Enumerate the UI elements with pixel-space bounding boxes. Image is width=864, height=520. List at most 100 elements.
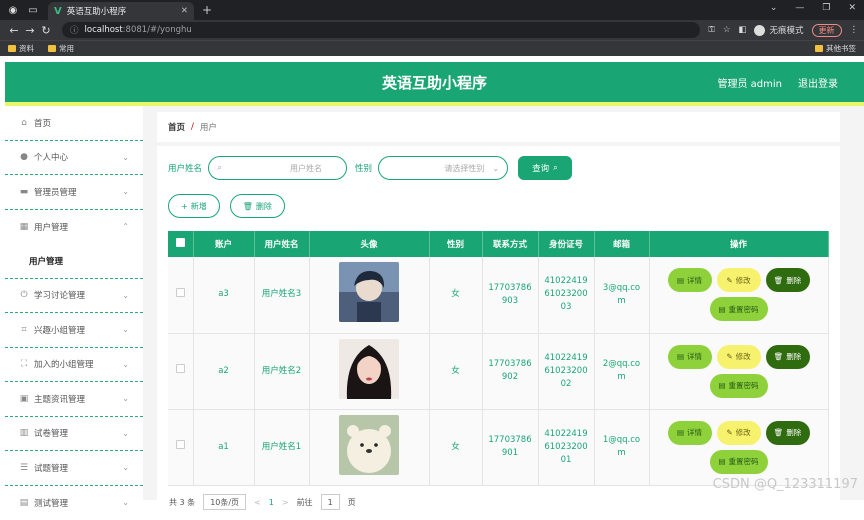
sidebar-subitem-users[interactable]: 用户管理	[5, 244, 143, 279]
row-checkbox[interactable]	[176, 364, 185, 373]
delete-button[interactable]: 🗑删除	[766, 268, 810, 292]
cell-gender: 女	[429, 333, 482, 409]
reset-password-button[interactable]: ▤重置密码	[710, 450, 768, 474]
delete-button[interactable]: 🗑删除	[766, 345, 810, 369]
cell-actions: ▤详情 ✎修改 🗑删除 ▤重置密码	[649, 257, 828, 333]
sidebar-item-questions[interactable]: ☰试题管理⌄	[5, 451, 143, 486]
bookmark-folder-2[interactable]: 常用	[48, 43, 74, 54]
tab-title: 英语互助小程序	[67, 5, 127, 17]
other-bookmarks-label: 其他书签	[826, 43, 856, 54]
query-button-label: 查询	[532, 162, 549, 174]
chevron-down-icon: ⌄	[122, 429, 129, 438]
chevron-down-icon: ⌄	[492, 164, 499, 173]
reset-password-button[interactable]: ▤重置密码	[710, 374, 768, 398]
avatar-image[interactable]	[339, 415, 399, 475]
row-checkbox[interactable]	[176, 440, 185, 449]
sidebar-item-papers[interactable]: ▥试卷管理⌄	[5, 417, 143, 452]
detail-button[interactable]: ▤详情	[668, 268, 712, 292]
breadcrumb-home[interactable]: 首页	[168, 121, 185, 133]
col-header-actions: 操作	[649, 231, 828, 257]
back-icon[interactable]: ←	[6, 24, 22, 37]
id-text: 410224196102320002	[539, 352, 594, 391]
update-button[interactable]: 更新	[812, 24, 842, 37]
bars-icon: ▥	[19, 428, 29, 438]
sidepanel-icon[interactable]: ◧	[738, 25, 746, 35]
folder-icon	[815, 45, 823, 52]
tab-list-icon[interactable]: ⌄	[770, 3, 778, 13]
sidebar-item-profile[interactable]: ●个人中心⌄	[5, 141, 143, 176]
chevron-down-icon: ⌄	[122, 187, 129, 196]
url-host: localhost	[85, 25, 123, 35]
sidebar-item-joined-groups[interactable]: ⛶加入的小组管理⌄	[5, 348, 143, 383]
select-all-checkbox[interactable]	[176, 238, 185, 247]
bookmarks-bar: 资料 常用 其他书签	[0, 40, 864, 56]
detail-button[interactable]: ▤详情	[668, 421, 712, 445]
reset-password-button[interactable]: ▤重置密码	[710, 297, 768, 321]
sidebar-item-label: 测试管理	[34, 497, 68, 509]
trash-icon: 🗑	[243, 202, 253, 211]
batch-delete-button[interactable]: 🗑删除	[230, 194, 285, 218]
sidebar-item-label: 学习讨论管理	[34, 289, 85, 301]
cell-name: 用户姓名3	[254, 257, 309, 333]
col-header-name: 用户姓名	[254, 231, 309, 257]
reload-icon[interactable]: ↻	[38, 24, 54, 37]
url-field[interactable]: ⓘ localhost:8081/#/yonghu	[62, 22, 700, 38]
logout-link[interactable]: 退出登录	[798, 75, 838, 90]
sidebar-item-discussion[interactable]: ⏻学习讨论管理⌄	[5, 279, 143, 314]
chrome-menu-icon[interactable]: ◉	[6, 3, 20, 17]
prev-page-button[interactable]: <	[254, 498, 261, 507]
col-header-account: 账户	[193, 231, 254, 257]
delete-button[interactable]: 🗑删除	[766, 421, 810, 445]
current-page[interactable]: 1	[269, 498, 274, 507]
tab-search-icon[interactable]: ▭	[26, 3, 40, 17]
more-menu-icon[interactable]: ⋮	[850, 25, 859, 35]
tab-close-icon[interactable]: ✕	[181, 6, 188, 16]
restore-icon[interactable]: ❐	[822, 3, 830, 13]
plus-icon: +	[181, 202, 188, 211]
sidebar-item-label: 首页	[34, 117, 51, 129]
edit-button[interactable]: ✎修改	[717, 345, 761, 369]
add-button[interactable]: +新增	[168, 194, 220, 218]
window-close-icon[interactable]: ✕	[848, 3, 856, 13]
avatar-image[interactable]	[339, 262, 399, 322]
edit-label: 修改	[736, 426, 751, 439]
browser-tab[interactable]: V 英语互助小程序 ✕	[48, 2, 194, 20]
sidebar-item-admin[interactable]: ▬管理员管理⌄	[5, 175, 143, 210]
cell-name: 用户姓名1	[254, 409, 309, 485]
bookmark-folder-1[interactable]: 资料	[8, 43, 34, 54]
site-info-icon[interactable]: ⓘ	[70, 24, 79, 36]
trash-icon: 🗑	[774, 274, 784, 287]
reset-icon: ▤	[718, 455, 725, 468]
bookmark-label: 资料	[19, 43, 34, 54]
bookmark-label: 常用	[59, 43, 74, 54]
incognito-indicator[interactable]: 无痕模式	[754, 24, 803, 36]
sidebar-item-topics[interactable]: ▣主题资讯管理⌄	[5, 382, 143, 417]
row-checkbox[interactable]	[176, 288, 185, 297]
address-bar-row: ← → ↻ ⓘ localhost:8081/#/yonghu ⚿ ☆ ◧ 无痕…	[0, 20, 864, 40]
detail-button[interactable]: ▤详情	[668, 345, 712, 369]
new-tab-icon[interactable]: +	[202, 3, 212, 17]
name-search-input[interactable]: ⌕ 用户姓名	[208, 156, 347, 180]
key-icon[interactable]: ⚿	[708, 25, 714, 35]
other-bookmarks[interactable]: 其他书签	[815, 43, 856, 54]
sidebar-item-tests[interactable]: ▤测试管理⌄	[5, 486, 143, 520]
url-path: :8081/#/yonghu	[123, 25, 192, 35]
sidebar-item-interest-groups[interactable]: ⌗兴趣小组管理⌄	[5, 313, 143, 348]
query-button[interactable]: 查询 ⌕	[518, 156, 572, 180]
edit-button[interactable]: ✎修改	[717, 268, 761, 292]
star-icon[interactable]: ☆	[723, 25, 731, 35]
goto-page-input[interactable]: 1	[321, 494, 340, 510]
sidebar-item-home[interactable]: ⌂首页	[5, 106, 143, 141]
delete-label: 删除	[786, 350, 801, 363]
minimize-icon[interactable]: —	[795, 3, 804, 13]
incognito-label: 无痕模式	[769, 24, 803, 36]
next-page-button[interactable]: >	[282, 498, 289, 507]
power-icon: ⏻	[19, 290, 29, 300]
page-size-select[interactable]: 10条/页	[203, 494, 246, 510]
avatar-image[interactable]	[339, 339, 399, 399]
edit-button[interactable]: ✎修改	[717, 421, 761, 445]
gender-select[interactable]: 请选择性别 ⌄	[378, 156, 508, 180]
sidebar-item-users[interactable]: ▦用户管理⌃	[5, 210, 143, 245]
watermark: CSDN @Q_123311197	[713, 477, 858, 492]
forward-icon[interactable]: →	[22, 24, 38, 37]
